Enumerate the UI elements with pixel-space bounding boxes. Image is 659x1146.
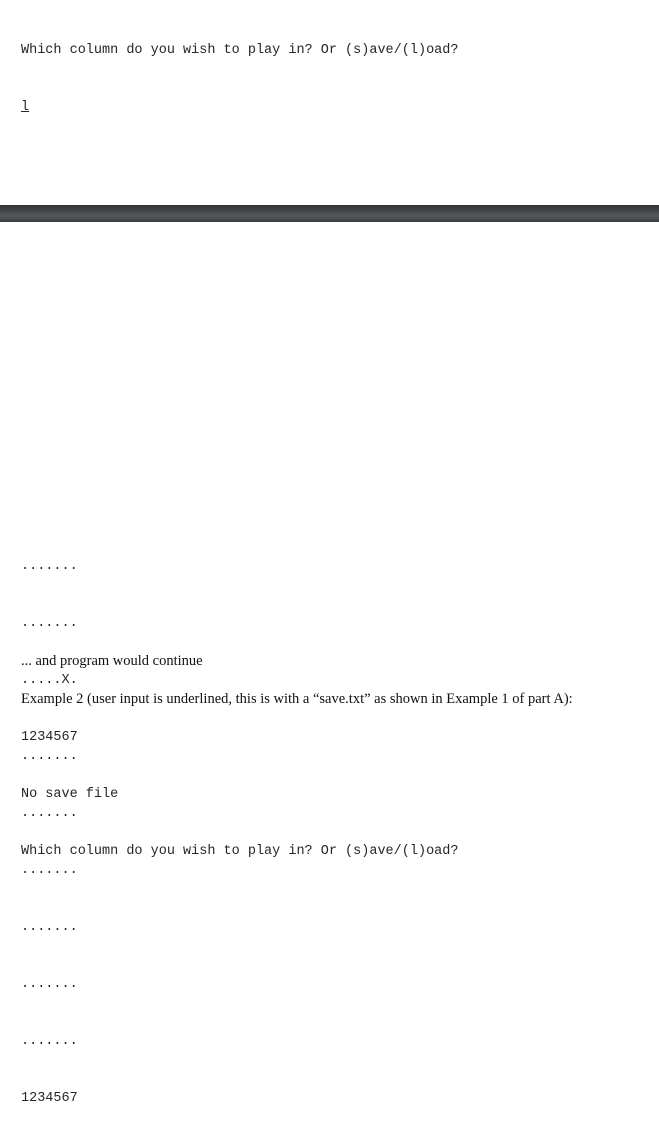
console-line-status-message: No save file: [21, 787, 119, 802]
example-2-heading: Example 2 (user input is underlined, thi…: [21, 691, 573, 707]
console-line-column-numbers: 1234567: [21, 730, 78, 745]
console-line-board-row: .......: [21, 616, 78, 631]
console-line-column-numbers: 1234567: [21, 1091, 78, 1106]
console-line-board-row: .......: [21, 559, 78, 574]
console-transcript-middle: ....... ....... .....X. 1234567 No save …: [21, 519, 458, 899]
console-line-board-row: .......: [21, 806, 78, 821]
console-line-user-input: l: [21, 100, 30, 115]
console-line-prompt: Which column do you wish to play in? Or …: [21, 844, 459, 859]
console-line-board-row: .......: [21, 1034, 78, 1049]
page-section-top: Which column do you wish to play in? Or …: [0, 0, 659, 343]
continue-note: ... and program would continue: [21, 653, 203, 669]
console-line-board-row: .......: [21, 977, 78, 992]
console-line-board-row: .......: [21, 863, 78, 878]
page-break-divider: [0, 205, 659, 222]
console-line-board-row: .....X.: [21, 673, 78, 688]
console-line-board-row: .......: [21, 749, 78, 764]
console-transcript-bottom: ....... ....... ....... ....... ....... …: [21, 709, 78, 1146]
page-section-bottom: ....... ....... .....X. 1234567 No save …: [0, 222, 659, 1106]
document-page: Which column do you wish to play in? Or …: [0, 0, 659, 1106]
console-line: Which column do you wish to play in? Or …: [21, 43, 459, 58]
console-line-board-row: .......: [21, 920, 78, 935]
